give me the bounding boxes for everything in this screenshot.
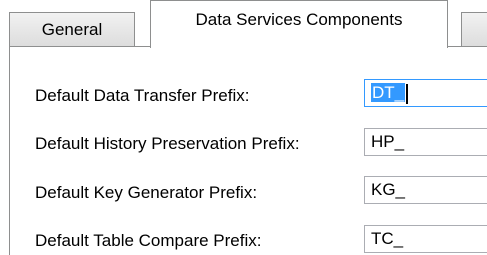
data-transfer-prefix-input[interactable]: DT_ xyxy=(364,79,487,107)
tab-next-partial[interactable] xyxy=(461,12,487,47)
tab-data-services-components-label: Data Services Components xyxy=(195,10,403,29)
history-preservation-prefix-input[interactable]: HP_ xyxy=(364,128,487,156)
table-compare-prefix-label: Default Table Compare Prefix: xyxy=(35,231,262,250)
key-generator-prefix-value: KG_ xyxy=(371,180,406,199)
table-compare-prefix-input[interactable]: TC_ xyxy=(364,225,487,253)
data-transfer-prefix-value: DT_ xyxy=(371,83,406,102)
tab-general[interactable]: General xyxy=(9,12,135,47)
tab-strip: General Data Services Components xyxy=(0,0,487,48)
data-transfer-prefix-label: Default Data Transfer Prefix: xyxy=(35,86,250,105)
tab-data-services-components[interactable]: Data Services Components xyxy=(150,0,448,48)
key-generator-prefix-input[interactable]: KG_ xyxy=(364,176,487,204)
dialog-root: General Data Services Components Default… xyxy=(0,0,487,255)
history-preservation-prefix-label: Default History Preservation Prefix: xyxy=(35,134,300,153)
table-compare-prefix-value: TC_ xyxy=(371,229,404,248)
text-caret xyxy=(406,83,409,104)
key-generator-prefix-label: Default Key Generator Prefix: xyxy=(35,183,258,202)
tab-general-label: General xyxy=(41,20,103,39)
history-preservation-prefix-value: HP_ xyxy=(371,132,405,151)
